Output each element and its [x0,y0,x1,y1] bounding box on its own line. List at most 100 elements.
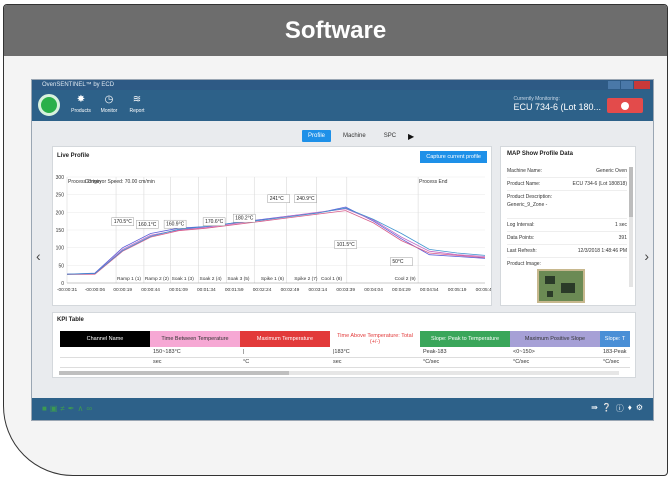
tab-machine[interactable]: Machine [337,130,372,142]
kpi-column-header[interactable]: Channel Name [60,331,150,347]
data-label: 240.9°C [297,196,316,202]
toolbar-products-label: Products [71,108,91,114]
kpi-column-header[interactable]: Time Between Temperature [150,331,240,347]
slide-title: Software [4,5,667,56]
next-arrow-icon[interactable]: › [644,248,649,264]
kpi-column-header[interactable]: Maximum Temperature [240,331,330,347]
zone-label: Ramp 1 (1) [117,276,141,282]
data-label: 170.5°C [114,219,133,225]
data-label: 241°C [270,196,284,202]
table-cell: °C/sec [510,357,600,368]
x-tick-label: 00:05:44 [476,287,491,293]
save-icon[interactable]: ▣ [50,404,58,413]
table-cell [60,357,150,368]
minimize-button[interactable] [608,81,620,89]
live-profile-title: Live Profile [57,153,90,159]
bell-icon[interactable]: ♦ [628,403,632,414]
map-row-last-refresh: Last Refresh: 12/3/2018 1:48:46 PM [507,245,627,258]
link-icon[interactable]: ∞ [86,404,92,413]
y-tick-label: 300 [56,175,65,181]
data-label: 180.2°C [235,216,254,222]
map-row-machine: Machine Name: Generic Oven [507,165,627,178]
slide-frame: Software OvenSENTINEL™ by ECD ✸ Products… [3,4,668,476]
map-panel: MAP Show Profile Data Machine Name: Gene… [500,146,636,306]
table-cell: 150~183°C [150,347,240,358]
data-label: 101.5°C [337,242,356,248]
stop-monitoring-button[interactable] [607,98,643,113]
table-row[interactable]: 150~183°C | |183°C Peak-183 <0~150> 183-Peak [60,347,630,358]
x-tick-label: 00:01:34 [197,287,216,293]
x-tick-label: 00:05:19 [448,287,467,293]
products-icon: ✸ [76,94,86,105]
y-tick-label: 100 [56,246,65,252]
settings-icon[interactable]: ⚙ [636,403,643,414]
map-value: ECU 734-6 (Lot 180818) [572,181,627,187]
monitor-icon: ◷ [104,94,114,105]
toolbar-products[interactable]: ✸ Products [66,94,96,114]
kpi-column-header[interactable]: Maximum Positive Slope [510,331,600,347]
toolbar-monitor[interactable]: ◷ Monitor [94,94,124,114]
table-cell: Peak-183 [420,347,510,358]
collapse-icon[interactable]: ⇛ [591,403,598,414]
zone-label: Cool 2 (9) [395,276,416,282]
map-row-description: Product Description: Generic_9_Zone - [507,191,627,219]
x-tick-label: 00:02:49 [281,287,300,293]
help-icon[interactable]: ❔ [602,403,612,414]
zone-label: Cool 1 (8) [321,276,342,282]
table-row[interactable]: sec °C sec °C/sec °C/sec °C/sec [60,357,630,368]
temperature-chart: 050100150200250300Process OriginConveyor… [56,175,491,293]
close-button[interactable] [634,81,650,89]
zone-label: Spike 1 (6) [261,276,285,282]
y-tick-label: 50 [58,263,64,269]
series-line [66,206,486,275]
monitoring-value: ECU 734-6 (Lot 180... [513,102,601,112]
map-label: Machine Name: [507,168,543,174]
table-cell: sec [150,357,240,368]
table-cell [60,347,150,358]
toolbar-monitor-label: Monitor [100,108,118,114]
map-title: MAP Show Profile Data [507,151,573,157]
edit-icon[interactable]: ✒ [68,404,75,413]
x-tick-label: 00:04:04 [364,287,383,293]
map-value: Generic Oven [596,168,627,174]
app-window: OvenSENTINEL™ by ECD ✸ Products ◷ Monito… [31,79,654,421]
map-row-image: Product Image: [507,258,627,306]
info-icon[interactable]: ⓘ [616,403,624,414]
x-tick-label: -00:00:31 [57,287,78,293]
window-title: OvenSENTINEL™ by ECD [42,82,115,88]
map-scrollbar[interactable] [629,167,633,287]
previous-arrow-icon[interactable]: ‹ [36,248,41,264]
kpi-scroll-thumb[interactable] [59,371,289,375]
map-value: 12/3/2018 1:48:46 PM [577,248,627,254]
map-value: 1 sec [615,222,627,228]
live-profile-panel: Live Profile Capture current profile 0 50… [52,146,492,306]
table-cell: |183°C [330,347,420,358]
zone-label: Spike 2 (7) [294,276,318,282]
x-tick-label: 00:03:39 [336,287,355,293]
move-icon[interactable]: ≠ [60,404,64,413]
slide: Software OvenSENTINEL™ by ECD ✸ Products… [0,0,671,480]
play-icon[interactable]: ▶ [408,132,414,141]
map-row-product: Product Name: ECU 734-6 (Lot 180818) [507,178,627,191]
kpi-column-header[interactable]: Slope: T [600,331,630,347]
kpi-column-header[interactable]: Time Above Temperature: Total (+/-) [330,331,420,347]
capture-profile-button[interactable]: Capture current profile [420,151,487,163]
kpi-column-header[interactable]: Slope: Peak to Temperature [420,331,510,347]
map-value: 391 [618,235,627,241]
zone-label: Soak 2 (4) [200,276,223,282]
tab-profile[interactable]: Profile [302,130,332,142]
product-image [537,269,585,303]
window-titlebar: OvenSENTINEL™ by ECD [32,80,653,90]
map-scroll-thumb[interactable] [629,167,633,217]
kpi-scrollbar[interactable] [59,371,619,375]
bottom-right-icons: ⇛ ❔ ⓘ ♦ ⚙ [591,403,643,414]
table-cell: °C/sec [600,357,630,368]
chart-header-label: Conveyor Speed: 70.00 cm/min [85,179,155,185]
tab-spc[interactable]: SPC [378,130,402,142]
toolbar-report[interactable]: ≋ Report [122,94,152,114]
app-logo-icon[interactable] [38,94,60,116]
y-tick-label: 0 [61,281,64,287]
maximize-button[interactable] [621,81,633,89]
add-icon[interactable]: ■ [42,404,47,413]
filter-icon[interactable]: ∧ [78,404,84,413]
